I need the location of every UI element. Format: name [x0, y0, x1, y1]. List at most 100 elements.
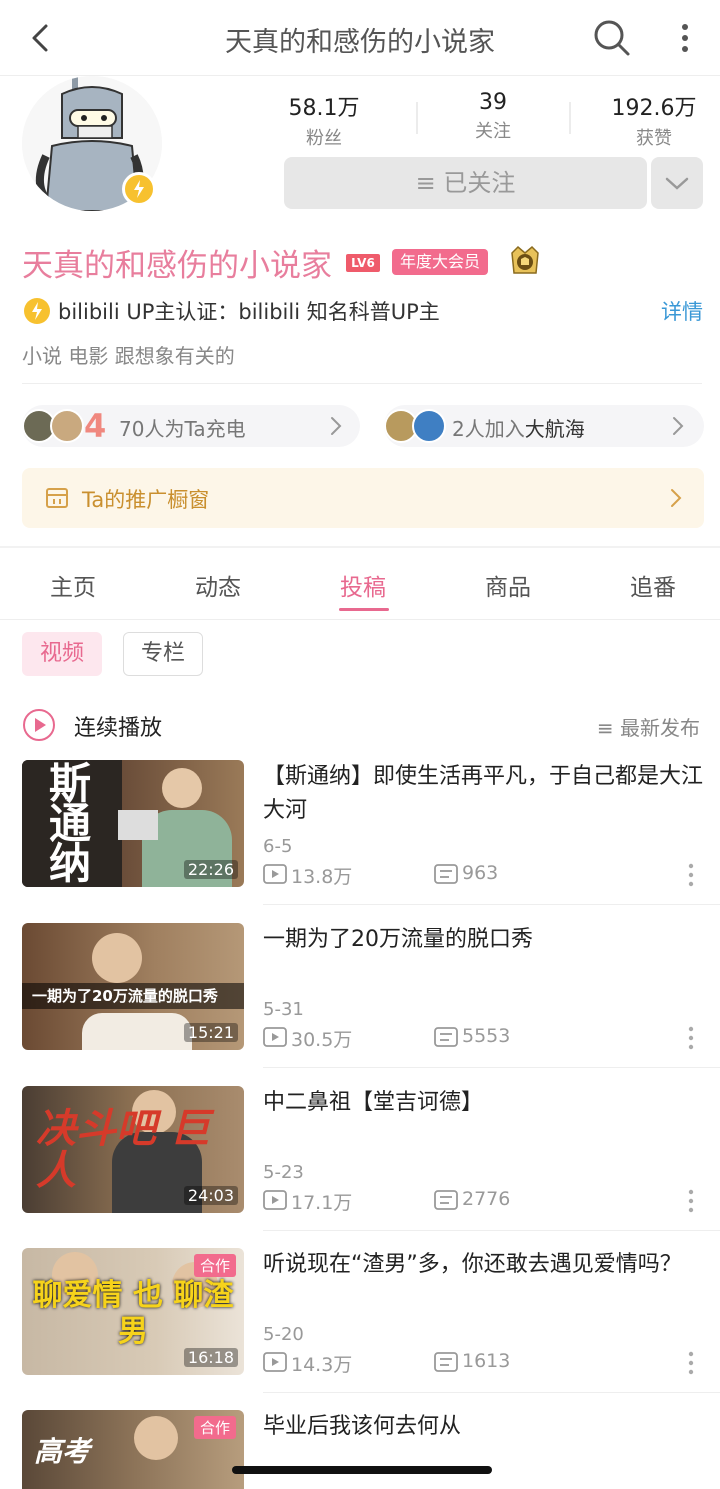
- video-item[interactable]: 斯通纳 22:26 【斯通纳】即使生活再平凡，于自己都是大江大河 6-5 13.…: [0, 760, 720, 923]
- collab-badge: 合作: [193, 1254, 236, 1277]
- video-item[interactable]: 聊爱情 也 聊渣男 合作 16:18 听说现在“渣男”多，你还敢去遇见爱情吗？ …: [0, 1248, 720, 1411]
- profile-tabs: 主页 动态 投稿 商品 追番: [0, 548, 720, 620]
- showcase-label: Ta的推广橱窗: [82, 488, 210, 512]
- danmaku-icon: [434, 1352, 458, 1372]
- stat-value: 39: [479, 90, 507, 115]
- profile-tags: 小说 电影 跟想象有关的: [22, 344, 235, 368]
- fleet-name: 大航海: [524, 417, 585, 441]
- tab-dynamics[interactable]: 动态: [158, 568, 278, 602]
- video-title[interactable]: 听说现在“渣男”多，你还敢去遇见爱情吗？: [263, 1248, 703, 1282]
- video-title[interactable]: 一期为了20万流量的脱口秀: [263, 923, 703, 957]
- play-count-icon: [263, 864, 287, 884]
- tab-goods[interactable]: 商品: [448, 568, 568, 602]
- danmaku-icon: [434, 1027, 458, 1047]
- more-vertical-icon[interactable]: [682, 1350, 700, 1376]
- divider: [22, 383, 702, 384]
- active-tab-indicator: [339, 608, 389, 611]
- video-thumbnail[interactable]: 聊爱情 也 聊渣男 合作 16:18: [22, 1248, 244, 1375]
- thumbnail-caption: 决斗吧 巨人: [36, 1106, 210, 1194]
- details-link[interactable]: 详情: [661, 296, 703, 326]
- play-count-icon: [263, 1352, 287, 1372]
- thumbnail-caption: 聊爱情 也 聊渣男: [32, 1278, 234, 1349]
- username: 天真的和感伤的小说家: [22, 248, 332, 284]
- stat-value: 58.1万: [288, 96, 360, 121]
- fleet-text: 2人加入大航海: [452, 413, 585, 442]
- video-title[interactable]: 毕业后我该何去何从: [263, 1410, 703, 1444]
- tab-bangumi[interactable]: 追番: [593, 568, 713, 602]
- video-date: 6-5: [263, 836, 293, 857]
- more-vertical-icon[interactable]: [682, 862, 700, 888]
- stat-label: 粉丝: [306, 128, 342, 149]
- verified-lightning-icon: [24, 298, 50, 324]
- danmaku-count: 963: [462, 862, 499, 884]
- thumbnail-caption: 高考: [34, 1435, 91, 1468]
- medal-icon[interactable]: [506, 243, 544, 281]
- stat-divider: [569, 102, 571, 134]
- video-duration: 24:03: [183, 1186, 238, 1205]
- play-all-label[interactable]: 连续播放: [74, 710, 162, 742]
- fleet-avatar: [412, 409, 446, 443]
- thumbnail-book: [118, 810, 158, 840]
- subtab-video[interactable]: 视频: [22, 632, 102, 676]
- danmaku-count: 2776: [462, 1188, 511, 1210]
- verified-badge-icon: [122, 172, 156, 206]
- vip-badge[interactable]: 年度大会员: [392, 249, 489, 275]
- chevron-right-icon: [671, 489, 682, 507]
- fleet-prefix: 2人加入: [452, 417, 525, 441]
- play-circle-icon[interactable]: [22, 708, 56, 742]
- home-indicator[interactable]: [232, 1466, 492, 1474]
- subtab-column[interactable]: 专栏: [123, 632, 203, 676]
- stat-likes[interactable]: 192.6万 获赞: [594, 90, 714, 150]
- danmaku-icon: [434, 1190, 458, 1210]
- thumbnail-caption: 斯通纳: [48, 760, 91, 887]
- video-thumbnail[interactable]: 一期为了20万流量的脱口秀 15:21: [22, 923, 244, 1050]
- video-duration: 16:18: [183, 1348, 238, 1367]
- video-item[interactable]: 一期为了20万流量的脱口秀 15:21 一期为了20万流量的脱口秀 5-31 3…: [0, 923, 720, 1086]
- stat-followers[interactable]: 58.1万 粉丝: [264, 90, 384, 150]
- search-icon[interactable]: [592, 18, 632, 58]
- video-title[interactable]: 中二鼻祖【堂吉诃德】: [263, 1086, 703, 1120]
- chevron-right-icon: [673, 417, 684, 435]
- divider: [263, 1067, 720, 1068]
- divider: [263, 904, 720, 905]
- video-thumbnail[interactable]: 高考 合作: [22, 1410, 244, 1489]
- supporter-avatar: [50, 409, 84, 443]
- more-vertical-icon[interactable]: [682, 1025, 700, 1051]
- stat-following[interactable]: 39 关注: [433, 90, 553, 143]
- followed-button[interactable]: ≡ 已关注: [284, 157, 647, 209]
- tab-home[interactable]: 主页: [13, 568, 133, 602]
- danmaku-icon: [434, 864, 458, 884]
- collab-badge: 合作: [193, 1416, 236, 1439]
- level-badge: LV6: [346, 254, 380, 272]
- sort-dropdown[interactable]: ≡ 最新发布: [597, 712, 700, 741]
- showcase-banner[interactable]: Ta的推广橱窗: [22, 468, 704, 528]
- more-vertical-icon[interactable]: [682, 1188, 700, 1214]
- stat-label: 关注: [475, 121, 511, 142]
- stat-divider: [416, 102, 418, 134]
- fleet-button[interactable]: 2人加入大航海: [384, 405, 704, 447]
- top-bar: 天真的和感伤的小说家: [0, 0, 720, 76]
- video-date: 5-20: [263, 1324, 304, 1345]
- play-count-icon: [263, 1190, 287, 1210]
- more-menu-icon[interactable]: [670, 18, 700, 58]
- stat-value: 192.6万: [611, 96, 697, 121]
- views-count: 13.8万: [291, 866, 353, 888]
- thumbnail-face: [92, 933, 142, 983]
- video-title[interactable]: 【斯通纳】即使生活再平凡，于自己都是大江大河: [263, 760, 703, 828]
- video-item[interactable]: 高考 合作 毕业后我该何去何从: [0, 1410, 720, 1489]
- video-item[interactable]: 决斗吧 巨人 24:03 中二鼻祖【堂吉诃德】 5-23 17.1万 2776: [0, 1086, 720, 1249]
- thumbnail-caption: 一期为了20万流量的脱口秀: [32, 987, 218, 1005]
- video-thumbnail[interactable]: 决斗吧 巨人 24:03: [22, 1086, 244, 1213]
- views-count: 17.1万: [291, 1192, 353, 1214]
- divider: [263, 1392, 720, 1393]
- follow-dropdown-button[interactable]: [651, 157, 703, 209]
- charge-button[interactable]: 4 70人为Ta充电: [22, 405, 360, 447]
- verification-text: bilibili UP主认证：bilibili 知名科普UP主: [58, 300, 440, 324]
- danmaku-count: 5553: [462, 1025, 511, 1047]
- video-date: 5-23: [263, 1162, 304, 1183]
- tab-uploads[interactable]: 投稿: [303, 568, 423, 602]
- video-thumbnail[interactable]: 斯通纳 22:26: [22, 760, 244, 887]
- views-count: 14.3万: [291, 1354, 353, 1376]
- thumbnail-body: [82, 1013, 192, 1050]
- stat-label: 获赞: [636, 128, 672, 149]
